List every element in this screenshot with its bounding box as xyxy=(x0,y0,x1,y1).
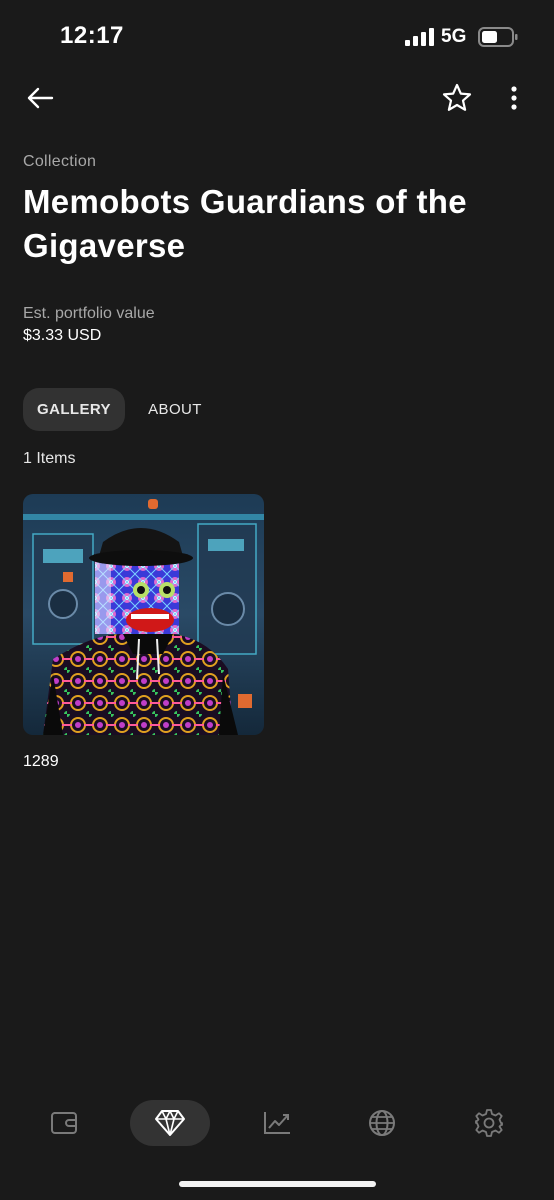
collection-eyebrow: Collection xyxy=(23,153,97,170)
tabbar-market[interactable] xyxy=(237,1100,317,1146)
nft-card[interactable] xyxy=(23,494,264,735)
back-button[interactable] xyxy=(18,76,62,120)
tabbar-settings[interactable] xyxy=(449,1100,529,1146)
favorite-button[interactable] xyxy=(435,76,479,120)
more-options-button[interactable] xyxy=(492,76,536,120)
portfolio-value: $3.33 USD xyxy=(23,327,102,344)
tabbar-wallet[interactable] xyxy=(24,1100,104,1146)
diamond-icon xyxy=(155,1110,185,1136)
globe-icon xyxy=(369,1110,395,1136)
portfolio-value-label: Est. portfolio value xyxy=(23,305,155,322)
tab-about[interactable]: ABOUT xyxy=(135,388,215,431)
nft-thumbnail xyxy=(23,494,264,735)
gear-icon xyxy=(475,1109,503,1137)
star-outline-icon xyxy=(442,83,472,111)
status-time: 12:17 xyxy=(60,22,124,49)
bottom-tab-bar xyxy=(0,1090,554,1158)
network-type: 5G xyxy=(441,26,467,47)
arrow-left-icon xyxy=(27,87,54,109)
tabbar-browser[interactable] xyxy=(342,1100,422,1146)
item-count: 1 Items xyxy=(23,450,76,467)
tabbar-nft[interactable] xyxy=(130,1100,210,1146)
collection-title: Memobots Guardians of the Gigaverse xyxy=(23,183,467,264)
nft-name: 1289 xyxy=(23,753,59,770)
wallet-icon xyxy=(51,1112,77,1134)
chart-icon xyxy=(264,1112,290,1134)
battery-icon xyxy=(478,27,518,47)
cellular-signal-icon xyxy=(405,28,434,46)
status-bar: 12:17 5G xyxy=(0,0,554,72)
vertical-ellipsis-icon xyxy=(511,86,517,110)
tab-gallery[interactable]: GALLERY xyxy=(23,388,125,431)
home-indicator xyxy=(179,1181,376,1187)
